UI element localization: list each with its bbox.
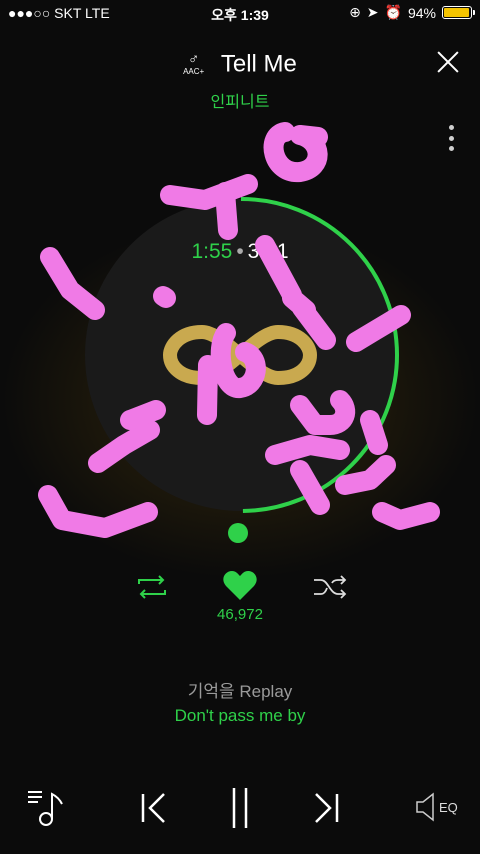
action-row [0, 568, 480, 608]
scrub-handle[interactable] [228, 523, 248, 543]
location-icon: ➤ [366, 4, 379, 20]
battery-icon [442, 6, 475, 19]
status-right: ⊕ ➤ ⏰ 94% [349, 4, 475, 21]
time-display: 1:55 • 3:51 [0, 240, 480, 264]
lyric-previous[interactable]: 기억을 Replay [0, 677, 480, 702]
total-time: 3:51 [247, 240, 289, 263]
song-header: ♂ AAC+ Tell Me [0, 50, 480, 79]
equalizer-icon [416, 792, 434, 822]
playlist-icon[interactable] [26, 788, 66, 828]
shuffle-icon[interactable] [312, 574, 348, 600]
status-bar: ●●●○○ SKT LTE 오후 1:39 ⊕ ➤ ⏰ 94% [0, 0, 480, 26]
battery-percent: 94% [407, 4, 436, 21]
elapsed-time: 1:55 [191, 240, 233, 263]
album-art-logo [162, 324, 318, 386]
more-vertical-icon[interactable] [447, 125, 455, 151]
close-icon[interactable] [436, 50, 460, 74]
repeat-icon[interactable] [135, 574, 169, 600]
time-separator: • [236, 240, 244, 263]
eq-label: EQ [439, 799, 458, 815]
aac-label: AAC+ [183, 67, 205, 77]
equalizer-button[interactable]: EQ [415, 792, 458, 822]
aac-badge: ♂ AAC+ [183, 51, 205, 77]
audio-quality-icon: ♂ [188, 51, 200, 69]
pause-icon[interactable] [226, 786, 254, 830]
alarm-icon: ⏰ [384, 4, 402, 20]
like-count: 46,972 [217, 606, 263, 623]
song-title: Tell Me [220, 50, 297, 78]
lyric-current[interactable]: Don't pass me by [0, 706, 480, 726]
artist-name[interactable]: 인피니트 [0, 88, 480, 112]
previous-icon[interactable] [138, 792, 168, 824]
heart-icon[interactable] [222, 570, 258, 602]
transport-bar: EQ [0, 778, 480, 838]
next-icon[interactable] [312, 792, 342, 824]
lock-rotation-icon: ⊕ [349, 4, 361, 20]
